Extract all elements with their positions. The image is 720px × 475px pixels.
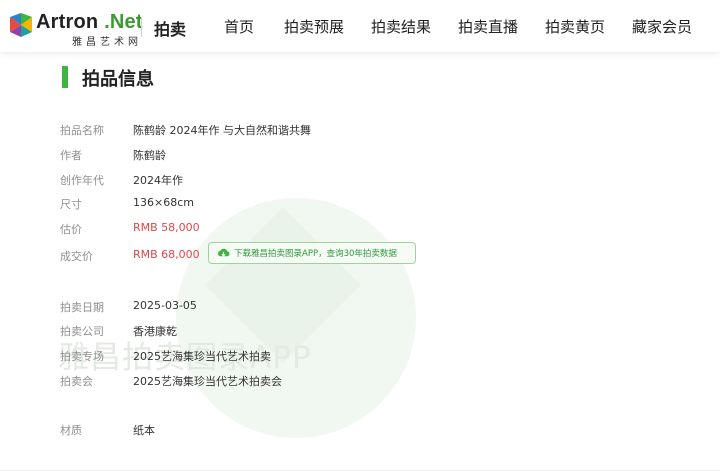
detail-label: 成交价 (60, 250, 93, 263)
detail-label: 拍卖专场 (60, 350, 104, 363)
download-app-label: 下载雅昌拍卖图录APP，查询30年拍卖数据 (234, 249, 397, 259)
hammer-price-value: RMB 68,000 (133, 248, 200, 261)
detail-row-company: 拍卖公司 香港康乾 (60, 323, 700, 343)
artwork-size: 136×68cm (133, 196, 194, 209)
detail-label: 作者 (60, 149, 82, 162)
download-app-button[interactable]: 下载雅昌拍卖图录APP，查询30年拍卖数据 (208, 242, 416, 264)
detail-row-author: 作者 陈鹤龄 (60, 147, 700, 167)
site-header: Artron .Net 雅昌艺术网 拍卖 首页 拍卖预展 拍卖结果 拍卖直播 拍… (0, 0, 720, 52)
detail-label: 拍卖公司 (60, 325, 104, 338)
creation-year: 2024年作 (133, 174, 183, 187)
estimate-value: RMB 58,000 (133, 221, 200, 234)
nav-item-live[interactable]: 拍卖直播 (458, 16, 518, 37)
detail-row-auction: 拍卖会 2025艺海集珍当代艺术拍卖会 (60, 373, 700, 393)
detail-row-name: 拍品名称 陈鹤龄 2024年作 与大自然和谐共舞 (60, 122, 700, 142)
nav-item-results[interactable]: 拍卖结果 (371, 16, 431, 37)
auction-date: 2025-03-05 (133, 299, 197, 312)
heading-accent-bar (62, 66, 68, 88)
main-nav: 首页 拍卖预展 拍卖结果 拍卖直播 拍卖黄页 藏家会员 (0, 16, 720, 38)
detail-row-price: 成交价 RMB 68,000 下载雅昌拍卖图录APP，查询30年拍卖数据 (60, 242, 700, 268)
auction-company[interactable]: 香港康乾 (133, 323, 177, 339)
auction-session[interactable]: 2025艺海集珍当代艺术拍卖 (133, 348, 271, 364)
detail-row-session: 拍卖专场 2025艺海集珍当代艺术拍卖 (60, 348, 700, 368)
detail-row-year: 创作年代 2024年作 (60, 172, 700, 192)
auction-event[interactable]: 2025艺海集珍当代艺术拍卖会 (133, 373, 282, 389)
detail-label: 拍品名称 (60, 124, 104, 137)
detail-label: 材质 (60, 424, 82, 437)
nav-item-yellowpages[interactable]: 拍卖黄页 (545, 16, 605, 37)
detail-label: 尺寸 (60, 198, 82, 211)
detail-row-estimate: 估价 RMB 58,000 (60, 221, 700, 241)
detail-row-size: 尺寸 136×68cm (60, 196, 700, 216)
nav-item-home[interactable]: 首页 (224, 16, 254, 37)
detail-row-date: 拍卖日期 2025-03-05 (60, 299, 700, 319)
download-cloud-icon (218, 248, 230, 257)
detail-row-material: 材质 纸本 (60, 422, 700, 442)
detail-label: 创作年代 (60, 174, 104, 187)
nav-item-members[interactable]: 藏家会员 (632, 16, 692, 37)
page-title: 拍品信息 (82, 69, 154, 90)
nav-item-preview[interactable]: 拍卖预展 (284, 16, 344, 37)
bottom-divider (0, 470, 720, 471)
detail-label: 估价 (60, 223, 82, 236)
detail-label: 拍卖日期 (60, 301, 104, 314)
artwork-name: 陈鹤龄 2024年作 与大自然和谐共舞 (133, 124, 311, 137)
material-value: 纸本 (133, 424, 155, 437)
artist-name[interactable]: 陈鹤龄 (133, 147, 166, 163)
detail-label: 拍卖会 (60, 375, 93, 388)
